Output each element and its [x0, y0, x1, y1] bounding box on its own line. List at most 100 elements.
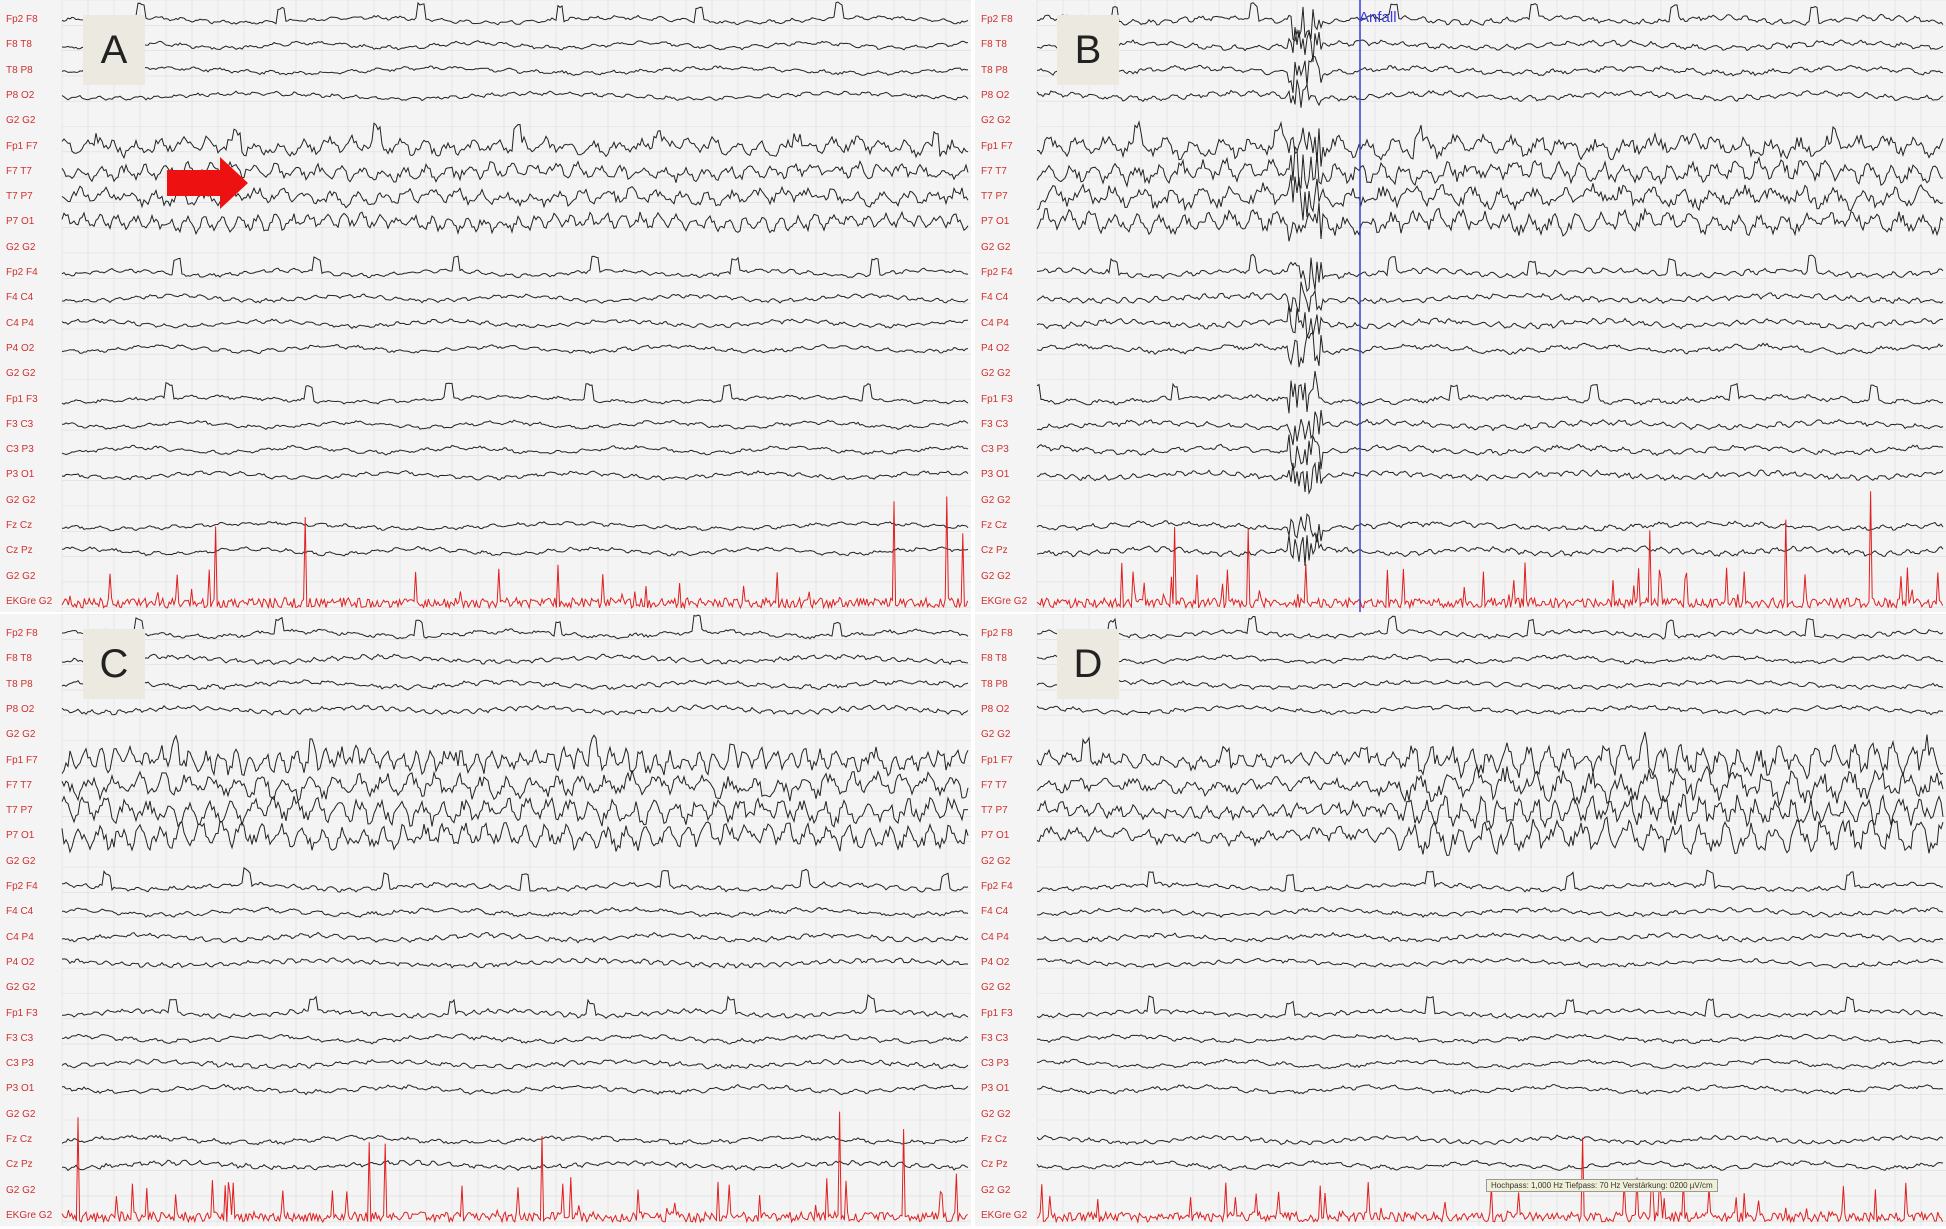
channel-label: F3 C3 — [6, 1032, 34, 1044]
channel-label: G2 G2 — [6, 494, 36, 506]
channel-label: G2 G2 — [981, 982, 1011, 994]
channel-label: Fz Cz — [981, 1134, 1008, 1145]
channel-label: P8 O2 — [981, 703, 1010, 715]
eeg-trace — [61, 293, 969, 304]
eeg-trace — [61, 470, 969, 481]
eeg-trace — [1036, 2, 1944, 42]
eeg-trace — [61, 90, 969, 102]
eeg-trace — [1036, 332, 1944, 368]
eeg-figure: Fp2 F8 F8 T8 T8 P8 P8 O2 G2 G2 Fp1 F7 F7 T7 T7 … — [0, 0, 1946, 1229]
channel-label: G2 G2 — [6, 115, 36, 127]
eeg-trace — [1036, 55, 1944, 94]
eeg-trace — [62, 994, 969, 1019]
eeg-trace — [1036, 79, 1944, 108]
channel-label: F8 T8 — [6, 39, 32, 51]
eeg-trace — [61, 65, 969, 76]
channel-label: G2 G2 — [6, 368, 36, 380]
channel-label: EKGre G2 — [6, 595, 53, 607]
channel-label: Fp1 F3 — [981, 1007, 1013, 1019]
channel-label: G2 G2 — [6, 729, 36, 741]
eeg-trace — [1036, 304, 1944, 338]
eeg-trace — [1036, 513, 1944, 543]
eeg-trace — [61, 820, 969, 854]
eeg-trace — [1036, 869, 1944, 893]
channel-label: Fp2 F8 — [981, 14, 1013, 25]
channel-label: P4 O2 — [981, 342, 1010, 354]
eeg-trace — [1036, 763, 1944, 808]
channel-label: EKGre G2 — [981, 595, 1028, 607]
eeg-trace — [61, 255, 969, 279]
eeg-trace — [1036, 995, 1944, 1020]
channel-label: G2 G2 — [6, 570, 36, 582]
channel-label: G2 G2 — [981, 1108, 1011, 1120]
eeg-traces-d — [1036, 614, 1946, 1226]
channel-label: F3 C3 — [6, 418, 34, 430]
channel-label: Cz Pz — [6, 1159, 33, 1171]
eeg-trace — [61, 444, 969, 456]
channel-label: Fp2 F4 — [6, 267, 38, 278]
channel-label: T8 P8 — [6, 64, 33, 76]
ekg-trace — [1036, 491, 1944, 610]
channel-label: G2 G2 — [981, 1184, 1011, 1196]
channel-label: P3 O1 — [6, 1083, 35, 1095]
eeg-trace — [61, 122, 969, 160]
eeg-panel-c: Fp2 F8 F8 T8 T8 P8 P8 O2 G2 G2 Fp1 F7 F7 T7 T7 … — [0, 614, 971, 1226]
eeg-trace — [61, 1083, 969, 1096]
channel-label: F3 C3 — [981, 418, 1009, 430]
eeg-trace — [1036, 120, 1944, 167]
eeg-trace — [61, 521, 969, 532]
eeg-trace — [1036, 1134, 1944, 1146]
channel-label: C4 P4 — [6, 931, 34, 943]
channel-label: Fz Cz — [6, 520, 33, 531]
filter-settings-box: Hochpass: 1,000 Hz Tiefpass: 70 Hz Verst… — [1486, 1179, 1718, 1192]
channel-label: P3 O1 — [6, 469, 35, 481]
channel-label: P7 O1 — [981, 830, 1010, 842]
channel-label: P4 O2 — [6, 956, 35, 968]
eeg-trace — [1036, 615, 1944, 640]
channel-label: G2 G2 — [981, 241, 1011, 253]
channel-label: Fp1 F3 — [6, 1007, 38, 1019]
channel-label: G2 G2 — [6, 982, 36, 994]
eeg-trace — [1036, 202, 1944, 242]
eeg-trace — [61, 1, 969, 26]
channel-label: T8 P8 — [6, 678, 33, 690]
channel-label: P7 O1 — [6, 216, 35, 228]
panel-letter-c: C — [83, 629, 145, 699]
channel-label: T7 P7 — [6, 805, 33, 817]
eeg-trace — [1036, 1058, 1944, 1070]
eeg-trace — [1036, 533, 1944, 566]
channel-label: T7 P7 — [6, 191, 33, 203]
panel-letter-b: B — [1057, 15, 1119, 85]
channel-label: Fp1 F7 — [981, 754, 1013, 766]
eeg-trace — [61, 957, 969, 969]
channel-label: F7 T7 — [981, 779, 1007, 791]
channel-label: Cz Pz — [6, 545, 33, 557]
channel-label: EKGre G2 — [981, 1209, 1028, 1221]
eeg-trace — [61, 1058, 969, 1070]
eeg-traces-b — [1036, 0, 1946, 612]
channel-label: F4 C4 — [6, 906, 34, 918]
channel-label: Fp2 F8 — [6, 14, 38, 25]
channel-label: G2 G2 — [6, 1184, 36, 1196]
eeg-trace — [61, 931, 969, 944]
channel-label: Fz Cz — [6, 1134, 33, 1145]
channel-label: G2 G2 — [981, 855, 1011, 867]
channel-label: P4 O2 — [981, 956, 1010, 968]
channel-label: Fp2 F8 — [6, 628, 38, 639]
channel-label: G2 G2 — [981, 494, 1011, 506]
eeg-trace — [61, 1159, 969, 1171]
channel-label: C4 P4 — [981, 317, 1009, 329]
eeg-trace — [61, 40, 969, 51]
eeg-trace — [1036, 907, 1944, 918]
eeg-trace — [61, 1134, 969, 1146]
channel-label: G2 G2 — [981, 729, 1011, 741]
channel-label: Fp2 F4 — [981, 881, 1013, 892]
channel-label: Cz Pz — [981, 545, 1008, 557]
eeg-trace — [61, 653, 969, 666]
channel-label: T8 P8 — [981, 64, 1008, 76]
eeg-trace — [1036, 370, 1944, 414]
channel-label: G2 G2 — [6, 241, 36, 253]
eeg-trace — [1036, 704, 1944, 716]
channel-label: Fp2 F4 — [6, 881, 38, 892]
channel-label: T7 P7 — [981, 805, 1008, 817]
